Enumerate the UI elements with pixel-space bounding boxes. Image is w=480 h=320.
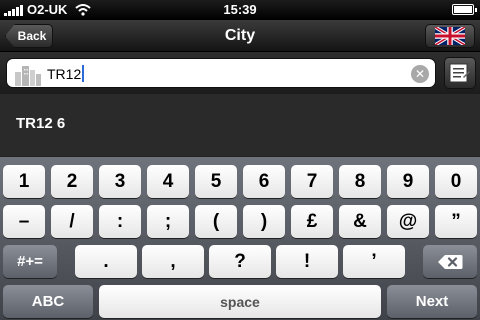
delete-button[interactable] [423, 245, 477, 278]
keyboard: 1 2 3 4 5 6 7 8 9 0 – / : ; ( ) £ & @ ” … [0, 156, 480, 320]
language-button[interactable] [425, 24, 475, 48]
key-slash[interactable]: / [51, 205, 93, 238]
next-button[interactable]: Next [387, 285, 477, 318]
backspace-icon [438, 254, 463, 269]
key-3[interactable]: 3 [99, 165, 141, 198]
key-quote[interactable]: ” [435, 205, 477, 238]
page-title: City [224, 27, 256, 44]
key-exclamation[interactable]: ! [276, 245, 338, 278]
key-8[interactable]: 8 [339, 165, 381, 198]
key-4[interactable]: 4 [147, 165, 189, 198]
key-5[interactable]: 5 [195, 165, 237, 198]
uk-flag-icon [435, 27, 465, 45]
city-buildings-icon [15, 66, 41, 86]
key-pound[interactable]: £ [291, 205, 333, 238]
key-colon[interactable]: : [99, 205, 141, 238]
key-semicolon[interactable]: ; [147, 205, 189, 238]
key-6[interactable]: 6 [243, 165, 285, 198]
key-abc[interactable]: ABC [3, 285, 93, 318]
key-0[interactable]: 0 [435, 165, 477, 198]
status-time: 15:39 [223, 2, 257, 17]
battery-icon [452, 4, 477, 15]
results-list: TR12 6 [0, 94, 480, 156]
key-7[interactable]: 7 [291, 165, 333, 198]
clear-icon[interactable]: ✕ [411, 65, 429, 83]
list-button[interactable] [444, 57, 476, 89]
key-close-paren[interactable]: ) [243, 205, 285, 238]
city-search-field[interactable]: TR12 ✕ [6, 58, 436, 88]
key-open-paren[interactable]: ( [195, 205, 237, 238]
key-period[interactable]: . [75, 245, 137, 278]
key-more-symbols[interactable]: #+= [3, 245, 57, 278]
list-edit-icon [449, 63, 470, 83]
status-bar: O2-UK 15:39 [0, 0, 480, 20]
key-apostrophe[interactable]: ’ [343, 245, 405, 278]
key-2[interactable]: 2 [51, 165, 93, 198]
battery-fill [454, 6, 472, 13]
text-caret [82, 65, 85, 82]
nav-bar: Back City [0, 20, 480, 52]
key-question[interactable]: ? [209, 245, 271, 278]
key-1[interactable]: 1 [3, 165, 45, 198]
result-item[interactable]: TR12 6 [0, 94, 480, 156]
search-input-text: TR12 [47, 65, 82, 82]
key-ampersand[interactable]: & [339, 205, 381, 238]
key-dash[interactable]: – [3, 205, 45, 238]
space-key[interactable]: space [99, 285, 381, 318]
search-area: TR12 ✕ [0, 52, 480, 94]
key-comma[interactable]: , [142, 245, 204, 278]
key-at[interactable]: @ [387, 205, 429, 238]
search-input[interactable]: TR12 [47, 65, 85, 82]
key-9[interactable]: 9 [387, 165, 429, 198]
